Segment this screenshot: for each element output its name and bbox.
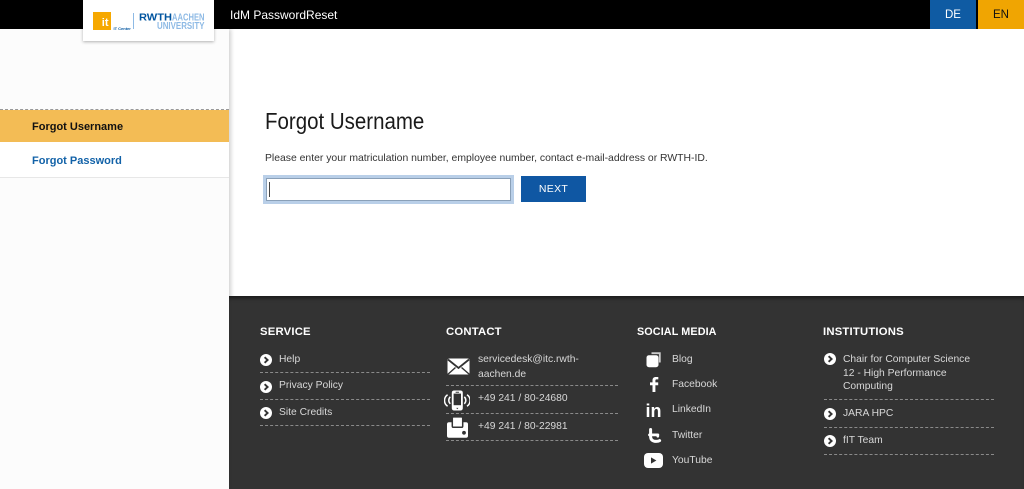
svg-text:UNIVERSITY: UNIVERSITY	[157, 20, 205, 31]
